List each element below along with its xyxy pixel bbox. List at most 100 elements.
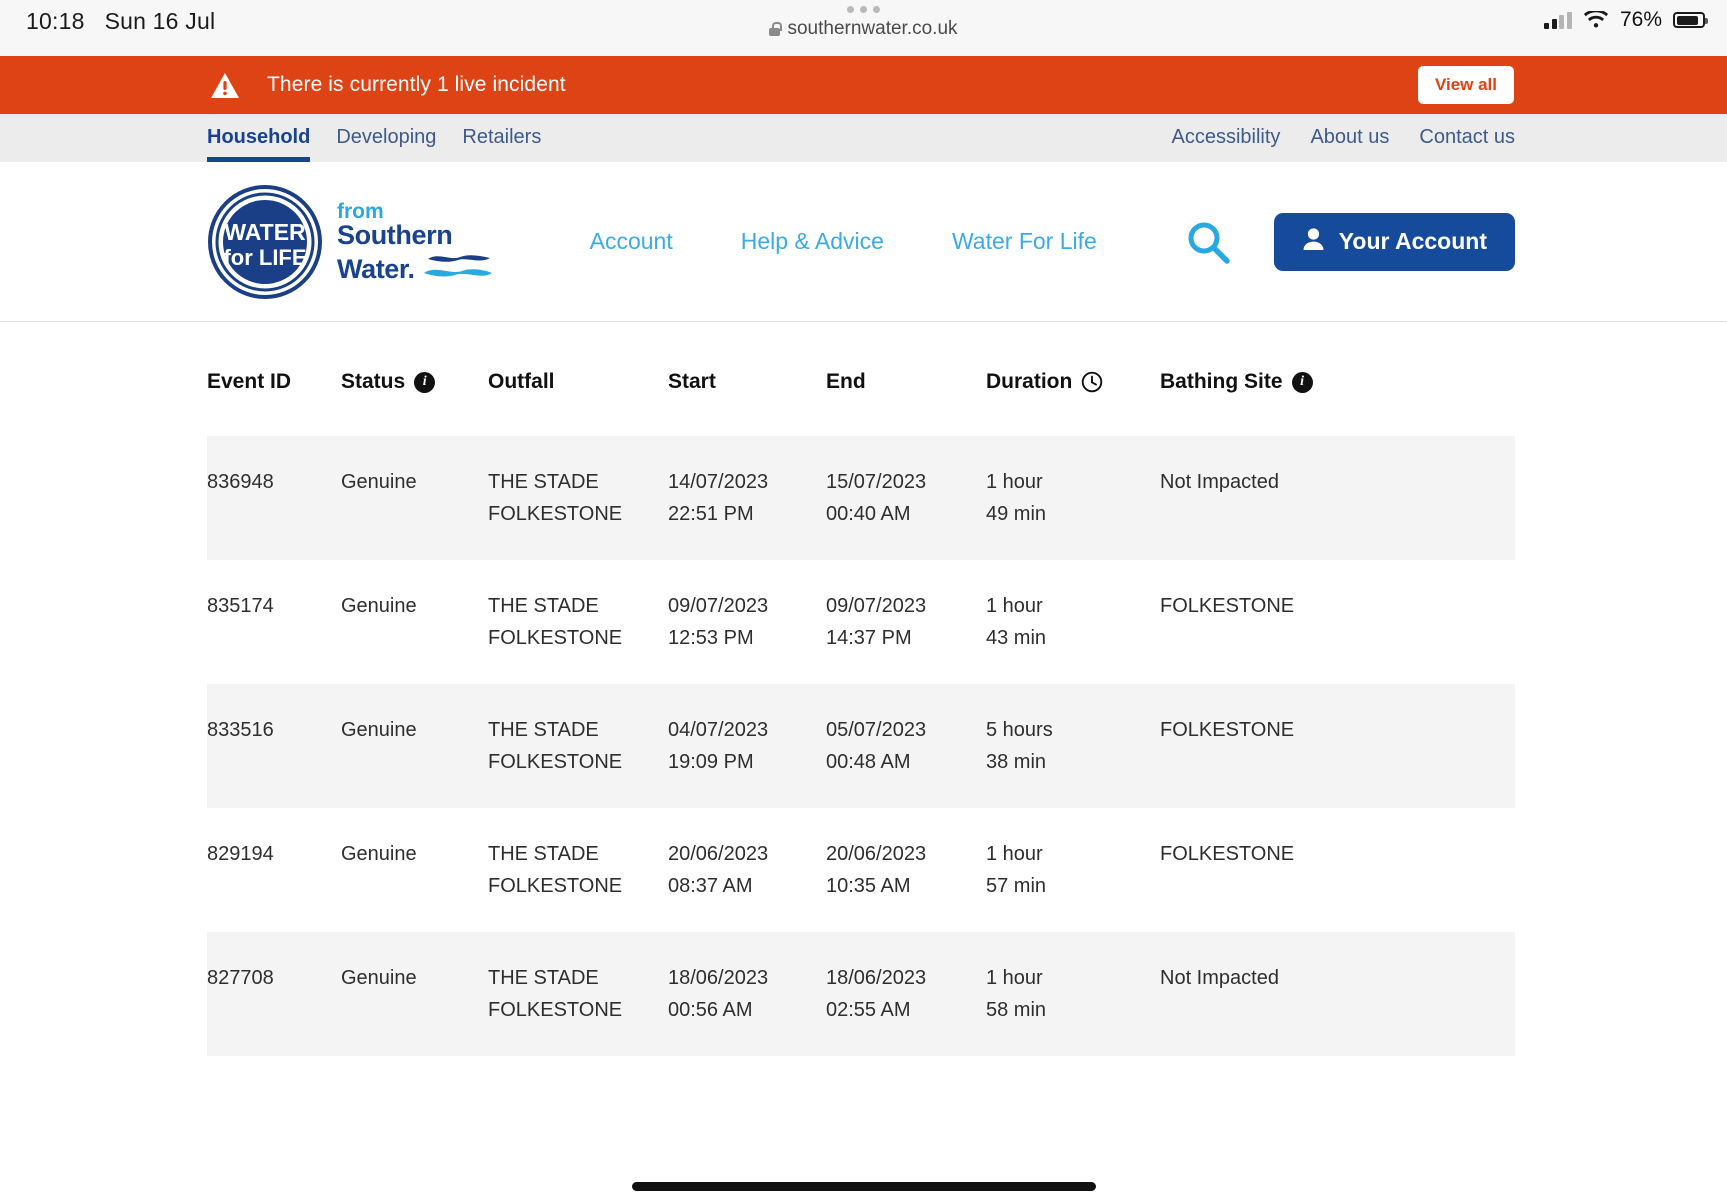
col-end-label: End <box>826 370 866 393</box>
end-time: 10:35 AM <box>826 875 911 897</box>
info-icon[interactable]: i <box>1291 371 1313 393</box>
outfall-line2: FOLKESTONE <box>488 751 623 773</box>
view-all-incidents-button[interactable]: View all <box>1417 66 1514 104</box>
start-time: 08:37 AM <box>668 875 753 897</box>
cell-event-id: 835174 <box>207 595 274 617</box>
cell-duration: 1 hour 58 min <box>986 932 1160 1056</box>
duration-line2: 49 min <box>986 503 1047 525</box>
link-accessibility[interactable]: Accessibility <box>1172 114 1281 162</box>
tab-retailers[interactable]: Retailers <box>462 114 541 162</box>
cell-start: 09/07/2023 12:53 PM <box>668 560 826 684</box>
cell-bathing-site: FOLKESTONE <box>1160 843 1295 865</box>
status-bar-left: 10:18 Sun 16 Jul <box>26 8 215 35</box>
outfall-line2: FOLKESTONE <box>488 627 623 649</box>
table-row[interactable]: 833516 Genuine THE STADE FOLKESTONE 04/0… <box>207 684 1515 808</box>
col-outfall-label: Outfall <box>488 370 555 393</box>
cell-outfall: THE STADE FOLKESTONE <box>488 436 668 560</box>
address-bar[interactable]: southernwater.co.uk <box>769 18 958 40</box>
header-actions: Your Account <box>1184 212 1515 271</box>
outfall-line1: THE STADE <box>488 595 599 617</box>
table-row[interactable]: 829194 Genuine THE STADE FOLKESTONE 20/0… <box>207 808 1515 932</box>
cell-bathing-site: FOLKESTONE <box>1160 719 1295 741</box>
warning-triangle-icon <box>210 72 240 99</box>
cell-outfall: THE STADE FOLKESTONE <box>488 684 668 808</box>
start-date: 04/07/2023 <box>668 719 769 741</box>
cell-start: 18/06/2023 00:56 AM <box>668 932 826 1056</box>
person-icon <box>1302 227 1325 257</box>
nav-account[interactable]: Account <box>590 228 673 255</box>
cell-bathing-site: Not Impacted <box>1160 967 1279 989</box>
cell-end: 20/06/2023 10:35 AM <box>826 808 986 932</box>
southern-water-wordmark: from Southern Water. <box>337 201 494 283</box>
col-bathing-site-label: Bathing Site <box>1160 370 1283 393</box>
link-about-us[interactable]: About us <box>1310 114 1389 162</box>
col-duration: Duration <box>986 322 1160 436</box>
outfall-line2: FOLKESTONE <box>488 999 623 1021</box>
svg-text:WATER: WATER <box>224 219 306 245</box>
col-duration-label: Duration <box>986 370 1073 393</box>
site-logo[interactable]: WATER for LIFE from Southern Water. <box>207 184 494 300</box>
cell-status: Genuine <box>341 471 417 493</box>
primary-nav: Account Help & Advice Water For Life <box>590 228 1097 255</box>
duration-line1: 1 hour <box>986 471 1043 493</box>
cell-outfall: THE STADE FOLKESTONE <box>488 932 668 1056</box>
date-label: Sun 16 Jul <box>104 8 216 34</box>
nav-water-for-life[interactable]: Water For Life <box>952 228 1097 255</box>
outfall-line2: FOLKESTONE <box>488 503 623 525</box>
tab-developing[interactable]: Developing <box>336 114 436 162</box>
info-icon[interactable]: i <box>414 371 436 393</box>
table-row[interactable]: 836948 Genuine THE STADE FOLKESTONE 14/0… <box>207 436 1515 560</box>
nav-help-advice[interactable]: Help & Advice <box>741 228 884 255</box>
col-end: End <box>826 322 986 436</box>
start-date: 09/07/2023 <box>668 595 769 617</box>
duration-line1: 1 hour <box>986 843 1043 865</box>
start-time: 00:56 AM <box>668 999 753 1021</box>
cell-end: 05/07/2023 00:48 AM <box>826 684 986 808</box>
start-time: 12:53 PM <box>668 627 754 649</box>
search-icon[interactable] <box>1184 218 1232 266</box>
cell-duration: 1 hour 43 min <box>986 560 1160 684</box>
browser-url-area: southernwater.co.uk <box>0 6 1727 40</box>
cell-end: 09/07/2023 14:37 PM <box>826 560 986 684</box>
incident-message: There is currently 1 live incident <box>267 73 566 96</box>
spill-events-table: Event ID Status i Outfall Start End Dura… <box>207 322 1515 1056</box>
duration-line2: 43 min <box>986 627 1047 649</box>
col-event-id-label: Event ID <box>207 370 292 393</box>
link-contact-us[interactable]: Contact us <box>1419 114 1515 162</box>
cell-status: Genuine <box>341 843 417 865</box>
duration-line2: 58 min <box>986 999 1047 1021</box>
tab-household[interactable]: Household <box>207 114 311 162</box>
end-date: 20/06/2023 <box>826 843 927 865</box>
svg-text:for LIFE: for LIFE <box>223 245 306 270</box>
duration-line1: 1 hour <box>986 967 1043 989</box>
table-row[interactable]: 827708 Genuine THE STADE FOLKESTONE 18/0… <box>207 932 1515 1056</box>
start-time: 22:51 PM <box>668 503 754 525</box>
cell-duration: 1 hour 57 min <box>986 808 1160 932</box>
col-start-label: Start <box>668 370 716 393</box>
cell-end: 15/07/2023 00:40 AM <box>826 436 986 560</box>
logo-brand-line2: Water. <box>337 253 415 284</box>
cell-event-id: 836948 <box>207 471 274 493</box>
cell-bathing-site: FOLKESTONE <box>1160 595 1295 617</box>
cell-event-id: 829194 <box>207 843 274 865</box>
table-row[interactable]: 835174 Genuine THE STADE FOLKESTONE 09/0… <box>207 560 1515 684</box>
end-date: 15/07/2023 <box>826 471 927 493</box>
your-account-button[interactable]: Your Account <box>1273 212 1515 271</box>
secondary-nav: Household Developing Retailers Accessibi… <box>0 114 1727 162</box>
end-time: 14:37 PM <box>826 627 912 649</box>
end-date: 05/07/2023 <box>826 719 927 741</box>
outfall-line1: THE STADE <box>488 843 599 865</box>
wave-icon <box>423 254 492 276</box>
home-indicator[interactable] <box>631 1182 1096 1191</box>
cell-event-id: 833516 <box>207 719 274 741</box>
col-status: Status i <box>341 322 488 436</box>
clock-icon <box>1081 371 1103 393</box>
col-event-id: Event ID <box>207 322 341 436</box>
audience-tabs: Household Developing Retailers <box>207 114 567 162</box>
lock-icon <box>769 22 782 36</box>
logo-brand-line1: Southern <box>337 219 453 250</box>
more-dots-icon[interactable] <box>847 6 880 13</box>
end-time: 00:48 AM <box>826 751 911 773</box>
cell-duration: 1 hour 49 min <box>986 436 1160 560</box>
outfall-line1: THE STADE <box>488 967 599 989</box>
